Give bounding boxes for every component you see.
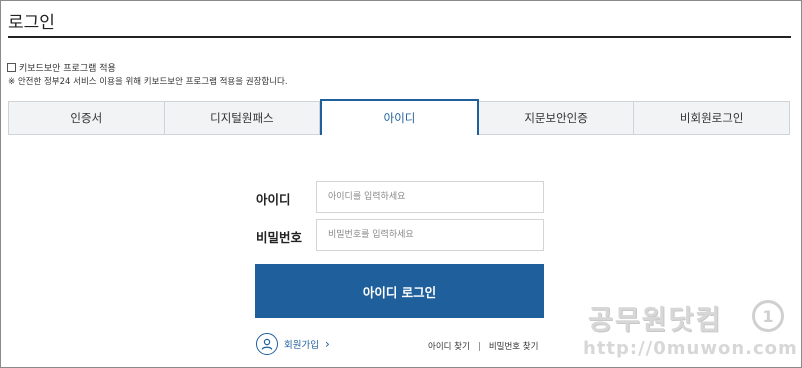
id-label: 아이디 (256, 192, 291, 207)
link-divider (478, 341, 480, 351)
tab-fingerprint[interactable]: 지문보안인증 (478, 101, 635, 135)
tab-id[interactable]: 아이디 (320, 99, 479, 135)
watermark-logo-icon: 1 (752, 300, 784, 332)
keyboard-security-option[interactable]: 키보드보안 프로그램 적용 (7, 61, 116, 74)
password-input[interactable] (316, 219, 544, 251)
keyboard-security-label[interactable]: 키보드보안 프로그램 적용 (19, 61, 116, 74)
tab-digital-onepass[interactable]: 디지털원패스 (164, 101, 321, 135)
watermark-url: http://0muwon.com (583, 338, 798, 359)
watermark-name: 공무원닷컴 (588, 305, 723, 336)
password-label: 비밀번호 (256, 230, 303, 245)
keyboard-security-note: ※ 안전한 정부24 서비스 이용을 위해 키보드보안 프로그램 적용을 권장합… (8, 77, 288, 87)
watermark-logo-text: 1 (762, 306, 774, 326)
page-title: 로그인 (8, 13, 55, 33)
tab-certificate[interactable]: 인증서 (8, 101, 165, 135)
login-method-tabs: 인증서 디지털원패스 아이디 지문보안인증 비회원로그인 (8, 99, 790, 135)
find-links: 아이디 찾기 비밀번호 찾기 (428, 340, 538, 352)
keyboard-security-checkbox[interactable] (7, 63, 16, 72)
id-input[interactable] (316, 181, 544, 213)
find-password-link[interactable]: 비밀번호 찾기 (489, 340, 539, 352)
join-label[interactable]: 회원가입 (284, 337, 319, 351)
tab-guest-login[interactable]: 비회원로그인 (634, 101, 790, 135)
find-id-link[interactable]: 아이디 찾기 (428, 340, 470, 352)
user-icon (256, 333, 278, 355)
id-login-button[interactable]: 아이디 로그인 (255, 264, 544, 318)
title-divider (8, 36, 791, 38)
chevron-right-icon: › (324, 337, 330, 351)
join-link[interactable]: 회원가입 › (256, 333, 330, 355)
